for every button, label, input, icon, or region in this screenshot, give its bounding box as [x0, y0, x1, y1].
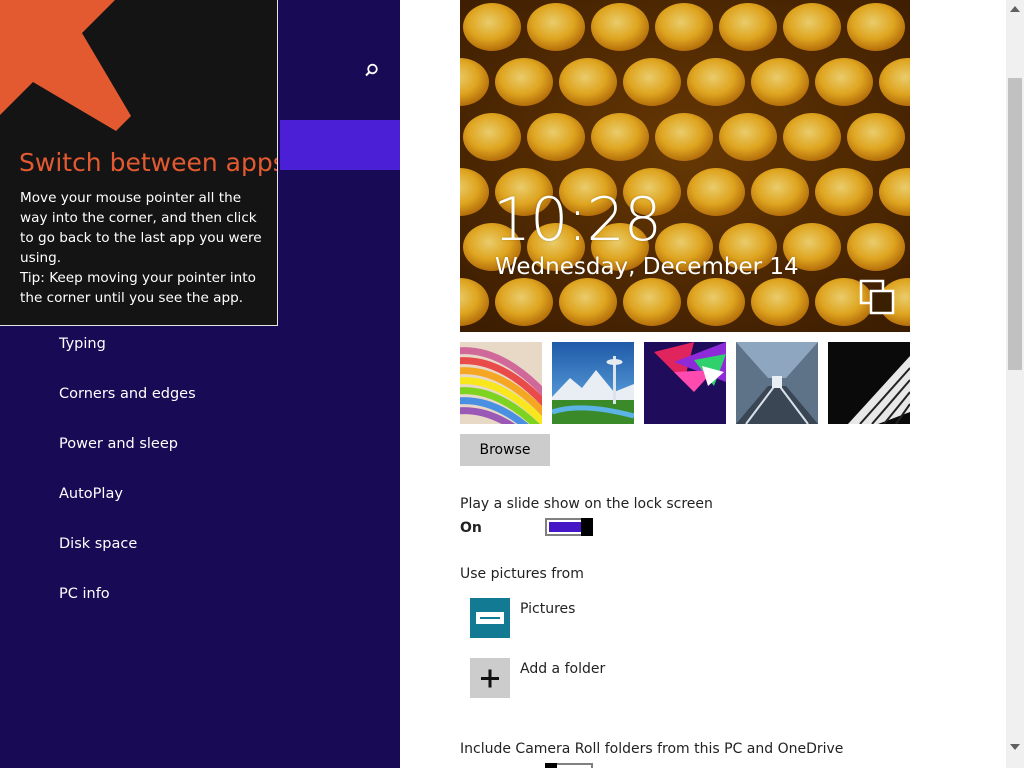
slideshow-toggle[interactable]: [545, 518, 593, 536]
nav-item-typing[interactable]: Typing: [59, 336, 106, 352]
thumbnail-piano-keys[interactable]: [828, 342, 910, 424]
arrow-up-left-icon: [0, 0, 131, 131]
lock-screen-date: Wednesday, December 14: [495, 254, 799, 280]
pc-settings-window: Typing Corners and edges Power and sleep…: [0, 0, 1024, 768]
scroll-down-icon[interactable]: [1006, 738, 1024, 756]
tip-body: Move your mouse pointer all the way into…: [20, 188, 268, 308]
scrollbar-thumb[interactable]: [1008, 78, 1022, 370]
add-folder-label[interactable]: Add a folder: [520, 661, 605, 677]
switch-apps-tip: Switch between apps Move your mouse poin…: [0, 0, 278, 326]
tip-body-instructions: Move your mouse pointer all the way into…: [20, 190, 262, 266]
tip-title: Switch between apps: [19, 148, 278, 177]
nav-selected-item[interactable]: [280, 120, 400, 170]
pictures-source-label[interactable]: Pictures: [520, 601, 575, 617]
lock-notification-icon: [859, 279, 895, 315]
nav-item-pc-info[interactable]: PC info: [59, 586, 110, 602]
nav-item-power-and-sleep[interactable]: Power and sleep: [59, 436, 178, 452]
use-pictures-from-label: Use pictures from: [460, 566, 584, 582]
browse-button[interactable]: Browse: [460, 434, 550, 466]
slideshow-label: Play a slide show on the lock screen: [460, 496, 713, 512]
slideshow-toggle-state: On: [460, 520, 482, 536]
lock-screen-time: 10:28: [493, 185, 662, 255]
plus-icon[interactable]: [470, 658, 510, 698]
scroll-up-icon[interactable]: [1006, 0, 1024, 18]
search-icon[interactable]: [358, 58, 384, 84]
thumbnail-abstract-shapes[interactable]: [644, 342, 726, 424]
thumbnail-rainbow-ribbons[interactable]: [460, 342, 542, 424]
thumbnail-space-needle[interactable]: [552, 342, 634, 424]
slideshow-toggle-thumb[interactable]: [581, 518, 593, 536]
thumbnail-train-tunnel[interactable]: [736, 342, 818, 424]
nav-item-autoplay[interactable]: AutoPlay: [59, 486, 123, 502]
camera-roll-toggle[interactable]: [545, 763, 593, 768]
camera-roll-toggle-thumb[interactable]: [545, 763, 557, 768]
honeycomb-wallpaper: [460, 0, 910, 332]
nav-item-corners-and-edges[interactable]: Corners and edges: [59, 386, 196, 402]
slideshow-toggle-fill: [549, 522, 583, 532]
vertical-scrollbar[interactable]: [1006, 0, 1024, 768]
nav-item-disk-space[interactable]: Disk space: [59, 536, 137, 552]
tip-body-hint: Tip: Keep moving your pointer into the c…: [20, 270, 256, 306]
pictures-library-icon[interactable]: [470, 598, 510, 638]
lock-screen-preview: 10:28 Wednesday, December 14: [460, 0, 910, 332]
camera-roll-label: Include Camera Roll folders from this PC…: [460, 741, 844, 757]
